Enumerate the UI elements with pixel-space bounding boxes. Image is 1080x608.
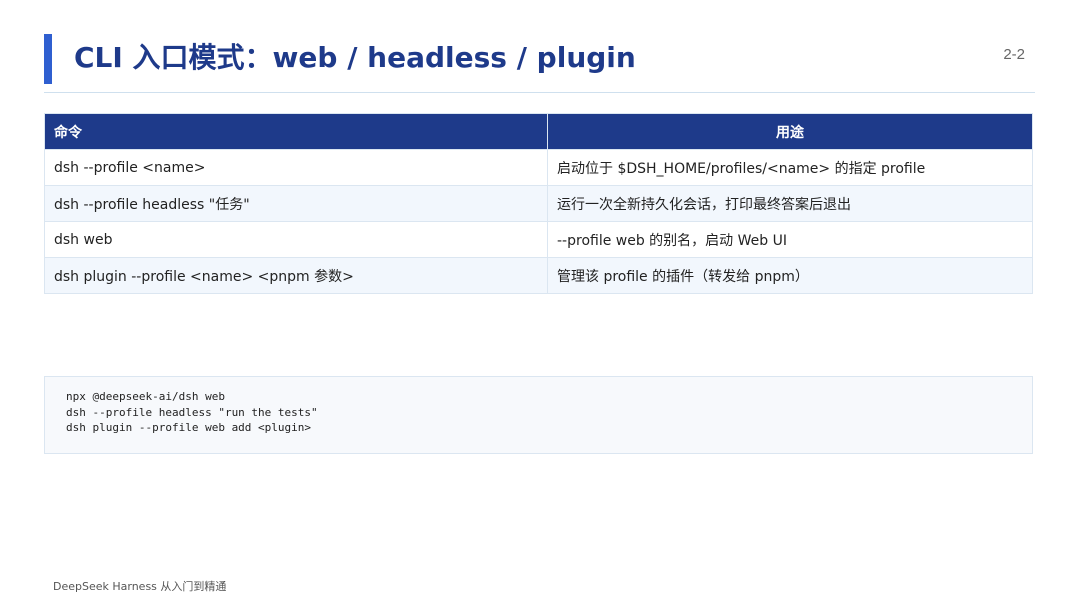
command-cell: dsh --profile headless "任务" <box>44 185 548 222</box>
table-row: dsh web --profile web 的别名，启动 Web UI <box>44 221 1033 258</box>
code-block[interactable]: npx @deepseek-ai/dsh web dsh --profile he… <box>44 376 1033 454</box>
code-line: dsh plugin --profile web add <plugin> <box>66 421 312 434</box>
command-table: 命令 用途 dsh --profile <name> 启动位于 $DSH_HOM… <box>44 113 1033 294</box>
table-row: dsh plugin --profile <name> <pnpm 参数> 管理… <box>44 257 1033 294</box>
purpose-cell: 管理该 profile 的插件（转发给 pnpm） <box>547 257 1033 294</box>
purpose-cell: 运行一次全新持久化会话，打印最终答案后退出 <box>547 185 1033 222</box>
page-number: 2-2 <box>1003 46 1025 63</box>
page-title: CLI 入口模式：web / headless / plugin <box>74 41 636 74</box>
table-header-row: 命令 用途 <box>44 113 1033 150</box>
purpose-cell: 启动位于 $DSH_HOME/profiles/<name> 的指定 profi… <box>547 149 1033 186</box>
command-cell: dsh --profile <name> <box>44 149 548 186</box>
column-header-purpose: 用途 <box>547 113 1033 150</box>
code-line: npx @deepseek-ai/dsh web <box>66 390 225 403</box>
table-row: dsh --profile headless "任务" 运行一次全新持久化会话，… <box>44 185 1033 222</box>
code-line: dsh --profile headless "run the tests" <box>66 405 318 419</box>
column-header-command: 命令 <box>44 113 548 150</box>
title-accent-bar <box>44 34 52 84</box>
footer-text: DeepSeek Harness 从入门到精通 <box>53 580 227 593</box>
command-cell: dsh web <box>44 221 548 258</box>
code-content: npx @deepseek-ai/dsh web dsh --profile he… <box>45 377 1032 436</box>
command-cell: dsh plugin --profile <name> <pnpm 参数> <box>44 257 548 294</box>
purpose-cell: --profile web 的别名，启动 Web UI <box>547 221 1033 258</box>
table-row: dsh --profile <name> 启动位于 $DSH_HOME/prof… <box>44 149 1033 186</box>
title-divider <box>44 92 1035 93</box>
